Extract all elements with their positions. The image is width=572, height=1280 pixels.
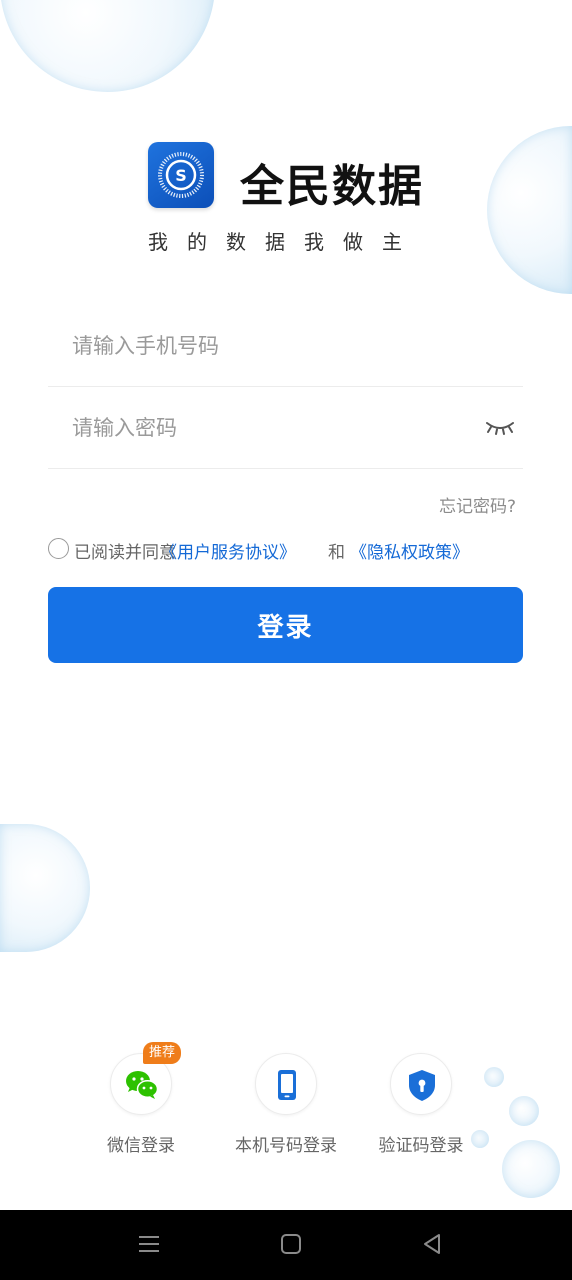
app-slogan: 我的数据我做主 (148, 230, 421, 254)
eye-closed-icon[interactable] (485, 418, 515, 440)
phone-input[interactable] (48, 305, 468, 387)
sms-code-login-circle[interactable] (390, 1053, 452, 1115)
privacy-policy-link[interactable]: 《隐私权政策》 (350, 538, 469, 563)
user-agreement-link[interactable]: 《用户服务协议》 (160, 538, 296, 563)
agreement-conjunction: 和 (328, 543, 345, 563)
decorative-bubble (487, 126, 572, 294)
app-title: 全民数据 (240, 161, 424, 212)
logo-letter: S (175, 166, 187, 185)
password-input[interactable] (48, 387, 468, 469)
system-nav-bar (0, 1210, 572, 1280)
decorative-bubble (0, 0, 215, 92)
wechat-icon (126, 1071, 159, 1099)
local-phone-login-label: 本机号码登录 (235, 1136, 337, 1156)
menu-icon[interactable] (137, 1232, 161, 1260)
home-icon[interactable] (279, 1232, 303, 1260)
sms-code-login-label: 验证码登录 (378, 1136, 464, 1156)
decorative-bubble (509, 1096, 539, 1126)
recommended-badge: 推荐 (143, 1042, 182, 1064)
forgot-password-link[interactable]: 忘记密码? (439, 492, 516, 517)
login-button[interactable]: 登录 (48, 587, 523, 663)
app-logo-icon: S (158, 152, 204, 198)
phone-icon (278, 1070, 296, 1100)
local-phone-login-circle[interactable] (255, 1053, 317, 1115)
back-icon[interactable] (420, 1232, 444, 1260)
decorative-bubble (0, 824, 90, 952)
local-phone-login-button[interactable]: 本机号码登录 (216, 1053, 356, 1163)
app-logo: S (148, 142, 214, 208)
phone-field (48, 305, 523, 387)
sms-code-login-button[interactable]: 验证码登录 (351, 1053, 491, 1163)
wechat-login-label: 微信登录 (107, 1136, 175, 1156)
shield-icon (409, 1070, 435, 1101)
agreement-checkbox[interactable] (48, 538, 69, 559)
wechat-login-button[interactable]: 推荐 微信登录 (71, 1042, 211, 1163)
password-field (48, 387, 523, 469)
decorative-bubble (502, 1140, 560, 1198)
